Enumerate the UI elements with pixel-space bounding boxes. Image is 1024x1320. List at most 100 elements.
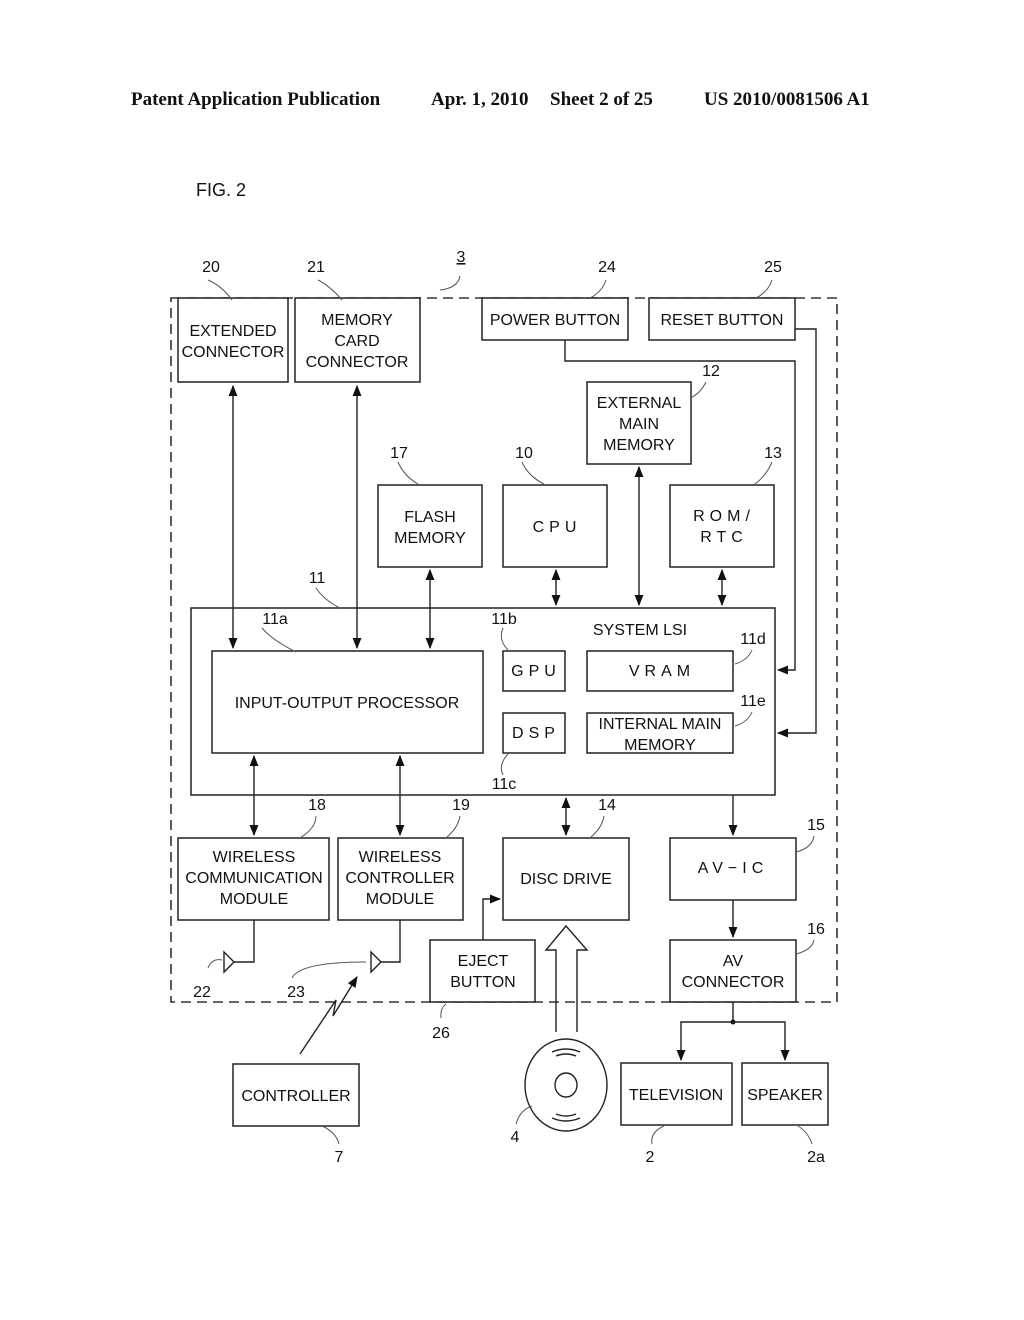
block-text: RESET BUTTON bbox=[661, 312, 784, 329]
block-text: POWER BUTTON bbox=[490, 312, 620, 329]
disc-drive-block: DISC DRIVE bbox=[502, 837, 630, 921]
block-text: CPU bbox=[533, 519, 582, 536]
block-label-line: INTERNAL MAIN bbox=[599, 716, 722, 733]
ref-20: 20 bbox=[202, 259, 220, 276]
block-label-line: RESET BUTTON bbox=[661, 312, 784, 329]
ref-25: 25 bbox=[764, 259, 782, 276]
ref-4: 4 bbox=[511, 1129, 520, 1146]
ref-11e: 11e bbox=[740, 693, 766, 710]
ref-14: 14 bbox=[598, 797, 616, 814]
block-text: TELEVISION bbox=[629, 1087, 723, 1104]
av-connector-block: AV CONNECTOR bbox=[669, 939, 797, 1003]
block-label-line: CARD bbox=[334, 333, 379, 350]
cpu-block: CPU bbox=[502, 484, 608, 568]
block-label-line: BUTTON bbox=[450, 974, 515, 991]
memory-card-connector-block: MEMORY CARD CONNECTOR bbox=[294, 297, 421, 383]
flash-memory-block: FLASH MEMORY bbox=[377, 484, 483, 568]
ref-2a: 2a bbox=[807, 1149, 825, 1166]
ref-15: 15 bbox=[807, 817, 825, 834]
block-label-line: POWER BUTTON bbox=[490, 312, 620, 329]
block-label-line: AV bbox=[723, 953, 743, 970]
block-label-line: CONNECTOR bbox=[306, 354, 409, 371]
block-diagram: EXTENDED CONNECTOR MEMORY CARD CONNECTOR PO… bbox=[170, 249, 838, 1166]
block-label-line: CONNECTOR bbox=[182, 344, 285, 361]
ref-18: 18 bbox=[308, 797, 326, 814]
block-text: CONTROLLER bbox=[241, 1088, 350, 1105]
speaker-block: SPEAKER bbox=[741, 1062, 829, 1126]
wireless-controller-module-block: WIRELESS CONTROLLER MODULE bbox=[337, 837, 464, 921]
block-label-line: MAIN bbox=[619, 416, 659, 433]
av-ic-block: AV−IC bbox=[669, 837, 797, 901]
ref-23: 23 bbox=[287, 984, 305, 1001]
block-label-line: MEMORY bbox=[321, 312, 393, 329]
block-text: VRAM bbox=[629, 663, 695, 680]
block-label-line: MEMORY bbox=[603, 437, 675, 454]
ref-19: 19 bbox=[452, 797, 470, 814]
block-label-line: CPU bbox=[533, 519, 582, 536]
block-label-line: EXTENDED bbox=[189, 323, 276, 340]
gpu-block: GPU bbox=[502, 650, 566, 692]
block-text: SYSTEM LSI bbox=[593, 622, 687, 639]
block-label-line: MEMORY bbox=[394, 530, 466, 547]
external-main-memory-block: EXTERNAL MAIN MEMORY bbox=[586, 381, 692, 465]
ref-7: 7 bbox=[335, 1149, 344, 1166]
block-label-line: WIRELESS bbox=[213, 849, 296, 866]
ref-22: 22 bbox=[193, 984, 211, 1001]
block-text: AV−IC bbox=[698, 860, 769, 877]
ref-11a: 11a bbox=[262, 611, 288, 628]
block-label-line: DSP bbox=[512, 725, 560, 742]
block-label-line: TELEVISION bbox=[629, 1087, 723, 1104]
block-label-line: CONTROLLER bbox=[345, 870, 454, 887]
internal-main-memory-block: INTERNAL MAIN MEMORY bbox=[586, 712, 734, 754]
ref-11: 11 bbox=[309, 570, 326, 587]
ref-21: 21 bbox=[307, 259, 325, 276]
block-text: DSP bbox=[512, 725, 560, 742]
ref-2: 2 bbox=[646, 1149, 655, 1166]
television-block: TELEVISION bbox=[620, 1062, 733, 1126]
block-label-line: SYSTEM LSI bbox=[593, 622, 687, 639]
ref-16: 16 bbox=[807, 921, 825, 938]
rom-rtc-block: ROM/RTC bbox=[669, 484, 775, 568]
block-label-line: INPUT-OUTPUT PROCESSOR bbox=[235, 695, 460, 712]
ref-11d: 11d bbox=[740, 631, 766, 648]
ref-10: 10 bbox=[515, 445, 533, 462]
power-button-block: POWER BUTTON bbox=[481, 297, 629, 341]
optical-disc-icon bbox=[524, 1038, 608, 1132]
ref-24: 24 bbox=[598, 259, 616, 276]
block-label-line: CONTROLLER bbox=[241, 1088, 350, 1105]
reset-button-block: RESET BUTTON bbox=[648, 297, 796, 341]
ref-26: 26 bbox=[432, 1025, 450, 1042]
block-label-line: VRAM bbox=[629, 663, 695, 680]
block-label-line: WIRELESS bbox=[359, 849, 442, 866]
block-label-line: FLASH bbox=[404, 509, 456, 526]
ref-13: 13 bbox=[764, 445, 782, 462]
block-label-line: DISC DRIVE bbox=[520, 871, 612, 888]
extended-connector-block: EXTENDED CONNECTOR bbox=[177, 297, 289, 383]
block-text: INPUT-OUTPUT PROCESSOR bbox=[235, 695, 460, 712]
block-text: SPEAKER bbox=[747, 1087, 823, 1104]
block-label-line: MEMORY bbox=[624, 737, 696, 754]
disc-insert-arrow bbox=[544, 924, 589, 1032]
block-label-line: MODULE bbox=[220, 891, 288, 908]
block-label-line: EXTERNAL bbox=[597, 395, 682, 412]
block-label-line: AV−IC bbox=[698, 860, 769, 877]
eject-button-block: EJECT BUTTON bbox=[429, 939, 536, 1003]
block-label-line: CONNECTOR bbox=[682, 974, 785, 991]
dsp-block: DSP bbox=[502, 712, 566, 754]
block-label-line: EJECT bbox=[458, 953, 509, 970]
block-text: GPU bbox=[511, 663, 561, 680]
io-processor-block: INPUT-OUTPUT PROCESSOR bbox=[211, 650, 484, 754]
block-label-line: GPU bbox=[511, 663, 561, 680]
block-label-line: RTC bbox=[700, 529, 748, 546]
ref-11c: 11c bbox=[492, 776, 517, 793]
vram-block: VRAM bbox=[586, 650, 734, 692]
ref-3: 3 bbox=[457, 249, 466, 266]
controller-block: CONTROLLER bbox=[232, 1063, 360, 1127]
block-label-line: MODULE bbox=[366, 891, 434, 908]
wireless-communication-module-block: WIRELESS COMMUNICATION MODULE bbox=[177, 837, 330, 921]
ref-17: 17 bbox=[390, 445, 408, 462]
block-label-line: SPEAKER bbox=[747, 1087, 823, 1104]
block-label-line: ROM/ bbox=[693, 508, 755, 525]
ref-12: 12 bbox=[702, 363, 720, 380]
block-label-line: COMMUNICATION bbox=[185, 870, 322, 887]
